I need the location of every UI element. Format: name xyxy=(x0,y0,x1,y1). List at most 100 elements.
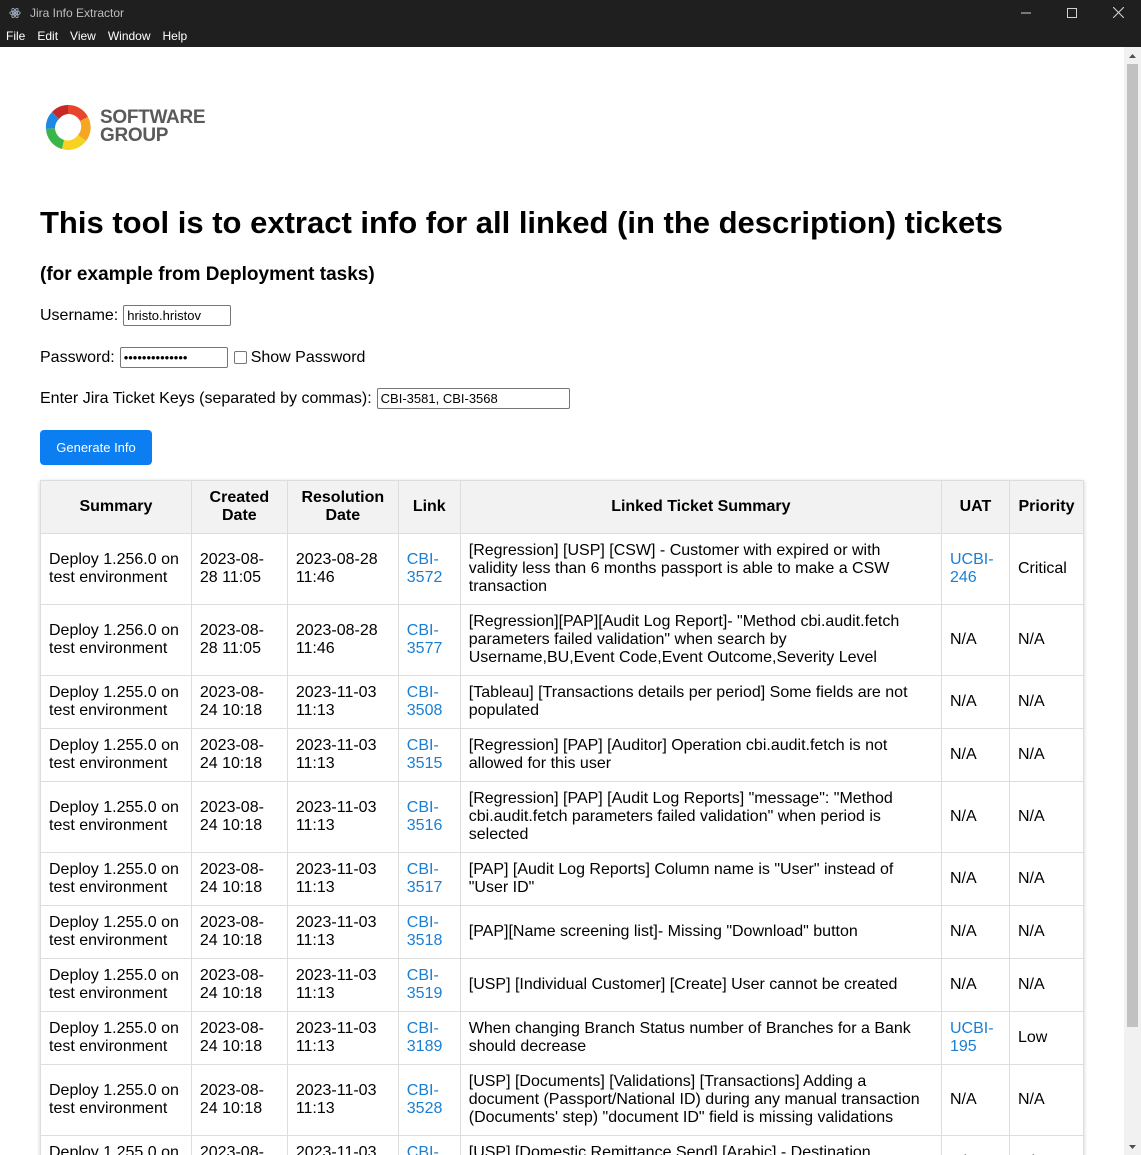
cell-link: CBI-3508 xyxy=(397,675,461,729)
menu-window[interactable]: Window xyxy=(102,25,157,47)
ticket-keys-row: Enter Jira Ticket Keys (separated by com… xyxy=(40,388,570,409)
menu-view[interactable]: View xyxy=(64,25,102,47)
cell-summary: Deploy 1.256.0 on test environment xyxy=(40,533,192,605)
table-row: Deploy 1.255.0 on test environment2023-0… xyxy=(40,1011,1085,1065)
cell-resolution-date: 2023-11-03 11:13 xyxy=(286,1011,399,1065)
password-row: Password: Show Password xyxy=(40,347,365,368)
cell-summary: Deploy 1.256.0 on test environment xyxy=(40,604,192,676)
cell-linked-ticket-summary: [Tableau] [Transactions details per peri… xyxy=(459,675,942,729)
table-row: Deploy 1.255.0 on test environment2023-0… xyxy=(40,728,1085,782)
cell-resolution-date: 2023-11-03 11:13 xyxy=(286,675,399,729)
cell-uat: UCBI-195 xyxy=(940,1011,1010,1065)
uat-ticket-link[interactable]: UCBI-195 xyxy=(950,1020,994,1055)
ticket-link[interactable]: CBI-3508 xyxy=(407,684,443,719)
cell-link: CBI-3572 xyxy=(397,533,461,605)
menu-help[interactable]: Help xyxy=(157,25,194,47)
scroll-down-icon[interactable] xyxy=(1124,1138,1141,1155)
cell-created-date: 2023-08-24 10:18 xyxy=(190,1064,288,1136)
ticket-link[interactable]: CBI-3532 xyxy=(407,1144,443,1155)
cell-resolution-date: 2023-11-03 11:13 xyxy=(286,958,399,1012)
cell-uat: N/A xyxy=(940,728,1010,782)
cell-uat: N/A xyxy=(940,905,1010,959)
ticket-link[interactable]: CBI-3572 xyxy=(407,551,443,586)
show-password-checkbox[interactable] xyxy=(233,351,247,364)
cell-resolution-date: 2023-08-28 11:46 xyxy=(286,604,399,676)
table-row: Deploy 1.255.0 on test environment2023-0… xyxy=(40,905,1085,959)
cell-link: CBI-3577 xyxy=(397,604,461,676)
cell-link: CBI-3516 xyxy=(397,781,461,853)
cell-link: CBI-3515 xyxy=(397,728,461,782)
table-header-row: Summary Created Date Resolution Date Lin… xyxy=(40,480,1085,534)
logo-line-2: GROUP xyxy=(100,125,169,146)
cell-uat: N/A xyxy=(940,852,1010,906)
maximize-icon[interactable] xyxy=(1049,0,1095,25)
cell-summary: Deploy 1.255.0 on test environment xyxy=(40,675,192,729)
cell-resolution-date: 2023-11-03 11:13 xyxy=(286,1064,399,1136)
password-input[interactable] xyxy=(119,347,228,368)
vertical-scrollbar[interactable] xyxy=(1124,47,1141,1155)
ticket-keys-input[interactable] xyxy=(376,388,570,409)
ticket-link[interactable]: CBI-3515 xyxy=(407,737,443,772)
window-title: Jira Info Extractor xyxy=(30,5,125,20)
ticket-link[interactable]: CBI-3518 xyxy=(407,914,443,949)
show-password-label[interactable]: Show Password xyxy=(251,349,366,367)
menu-bar: File Edit View Window Help xyxy=(0,25,1141,47)
logo-wordmark: SOFTWARE GROUP xyxy=(100,108,206,146)
cell-uat: N/A xyxy=(940,1135,1010,1155)
cell-priority: N/A xyxy=(1008,1064,1085,1136)
cell-linked-ticket-summary: [Regression] [PAP] [Audit Log Reports] "… xyxy=(459,781,942,853)
cell-created-date: 2023-08-24 10:18 xyxy=(190,1011,288,1065)
cell-linked-ticket-summary: [PAP] [Audit Log Reports] Column name is… xyxy=(459,852,942,906)
cell-linked-ticket-summary: [USP] [Documents] [Validations] [Transac… xyxy=(459,1064,942,1136)
cell-uat: N/A xyxy=(940,1064,1010,1136)
generate-info-button[interactable]: Generate Info xyxy=(40,430,152,465)
ticket-link[interactable]: CBI-3528 xyxy=(407,1082,443,1117)
table-row: Deploy 1.255.0 on test environment2023-0… xyxy=(40,958,1085,1012)
page-title: This tool is to extract info for all lin… xyxy=(40,205,1003,240)
table-row: Deploy 1.255.0 on test environment2023-0… xyxy=(40,1135,1085,1155)
cell-resolution-date: 2023-11-03 11:13 xyxy=(286,852,399,906)
close-icon[interactable] xyxy=(1095,0,1141,25)
cell-priority: N/A xyxy=(1008,958,1085,1012)
cell-summary: Deploy 1.255.0 on test environment xyxy=(40,781,192,853)
cell-summary: Deploy 1.255.0 on test environment xyxy=(40,1064,192,1136)
cell-resolution-date: 2023-11-03 11:13 xyxy=(286,905,399,959)
cell-uat: N/A xyxy=(940,958,1010,1012)
cell-priority: N/A xyxy=(1008,905,1085,959)
cell-priority: N/A xyxy=(1008,675,1085,729)
ticket-link[interactable]: CBI-3519 xyxy=(407,967,443,1002)
cell-created-date: 2023-08-24 10:18 xyxy=(190,675,288,729)
cell-summary: Deploy 1.255.0 on test environment xyxy=(40,905,192,959)
cell-resolution-date: 2023-11-03 11:13 xyxy=(286,728,399,782)
menu-edit[interactable]: Edit xyxy=(31,25,64,47)
cell-linked-ticket-summary: [Regression] [USP] [CSW] - Customer with… xyxy=(459,533,942,605)
cell-priority: N/A xyxy=(1008,781,1085,853)
table-row: Deploy 1.255.0 on test environment2023-0… xyxy=(40,852,1085,906)
username-input[interactable] xyxy=(123,305,232,326)
minimize-icon[interactable] xyxy=(1003,0,1049,25)
cell-priority: N/A xyxy=(1008,852,1085,906)
cell-created-date: 2023-08-24 10:18 xyxy=(190,958,288,1012)
table-row: Deploy 1.255.0 on test environment2023-0… xyxy=(40,1064,1085,1136)
cell-priority: Critical xyxy=(1008,533,1085,605)
ticket-link[interactable]: CBI-3189 xyxy=(407,1020,443,1055)
cell-linked-ticket-summary: [USP] [Individual Customer] [Create] Use… xyxy=(459,958,942,1012)
menu-file[interactable]: File xyxy=(0,25,31,47)
cell-summary: Deploy 1.255.0 on test environment xyxy=(40,1011,192,1065)
ticket-link[interactable]: CBI-3516 xyxy=(407,799,443,834)
ticket-link[interactable]: CBI-3577 xyxy=(407,622,443,657)
cell-link: CBI-3518 xyxy=(397,905,461,959)
company-logo: SOFTWARE GROUP xyxy=(40,99,206,155)
uat-ticket-link[interactable]: UCBI-246 xyxy=(950,551,994,586)
cell-uat: UCBI-246 xyxy=(940,533,1010,605)
cell-link: CBI-3532 xyxy=(397,1135,461,1155)
scrollbar-thumb[interactable] xyxy=(1127,64,1138,1027)
page-viewport: SOFTWARE GROUP This tool is to extract i… xyxy=(0,47,1124,1155)
scroll-up-icon[interactable] xyxy=(1124,47,1141,64)
cell-created-date: 2023-08-24 10:18 xyxy=(190,905,288,959)
col-resolution-date: Resolution Date xyxy=(286,480,399,534)
ticket-link[interactable]: CBI-3517 xyxy=(407,861,443,896)
cell-priority: N/A xyxy=(1008,1135,1085,1155)
col-priority: Priority xyxy=(1008,480,1085,534)
cell-uat: N/A xyxy=(940,675,1010,729)
